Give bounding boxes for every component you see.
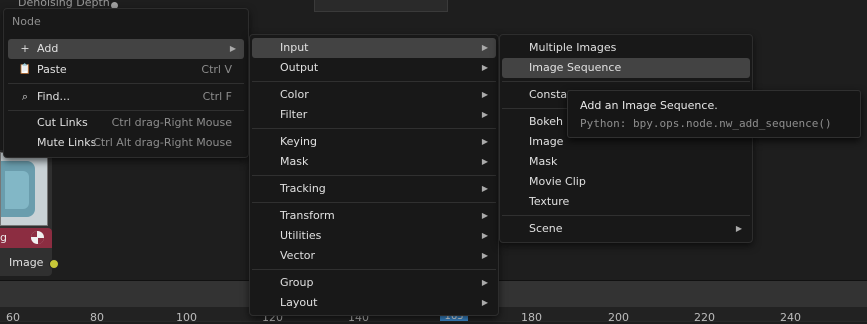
menu-item-layout[interactable]: Layout ▶	[252, 293, 496, 313]
tooltip-python: Python: bpy.ops.node.nw_add_sequence()	[580, 117, 832, 130]
menu-separator	[8, 83, 244, 84]
add-submenu: Input ▶ Output ▶ Color ▶ Filter ▶ Keying…	[249, 34, 499, 316]
menu-item-keying[interactable]: Keying ▶	[252, 132, 496, 152]
submenu-arrow-icon: ▶	[229, 44, 236, 53]
image-node-title: g	[0, 231, 7, 244]
menu-separator	[252, 81, 496, 82]
menu-item-mask-input[interactable]: Mask	[502, 152, 750, 172]
submenu-arrow-icon: ▶	[735, 224, 742, 233]
menu-separator	[252, 202, 496, 203]
image-node-header[interactable]	[0, 228, 52, 248]
menu-item-transform[interactable]: Transform ▶	[252, 206, 496, 226]
node-context-menu: Node + Add ▶ 📋 Paste Ctrl V ⌕ Find... Ct…	[3, 8, 249, 158]
submenu-arrow-icon: ▶	[481, 231, 488, 240]
menu-separator	[252, 175, 496, 176]
submenu-arrow-icon: ▶	[481, 90, 488, 99]
menu-item-color[interactable]: Color ▶	[252, 85, 496, 105]
submenu-arrow-icon: ▶	[481, 63, 488, 72]
menu-item-mute-links[interactable]: Mute Links Ctrl Alt drag-Right Mouse	[8, 133, 244, 153]
submenu-arrow-icon: ▶	[481, 43, 488, 52]
plus-icon: +	[20, 42, 30, 55]
menu-separator	[252, 128, 496, 129]
submenu-arrow-icon: ▶	[481, 211, 488, 220]
menu-title: Node	[12, 15, 41, 28]
submenu-arrow-icon: ▶	[481, 298, 488, 307]
submenu-arrow-icon: ▶	[481, 137, 488, 146]
node-fragment	[314, 0, 448, 12]
menu-item-filter[interactable]: Filter ▶	[252, 105, 496, 125]
submenu-arrow-icon: ▶	[481, 110, 488, 119]
ruler-number: 60	[6, 311, 20, 324]
menu-item-image-sequence[interactable]: Image Sequence	[502, 58, 750, 78]
magnifier-icon: ⌕	[21, 90, 29, 103]
menu-item-paste[interactable]: 📋 Paste Ctrl V	[8, 60, 244, 80]
menu-item-output[interactable]: Output ▶	[252, 58, 496, 78]
menu-item-movie-clip[interactable]: Movie Clip	[502, 172, 750, 192]
output-socket-label: Image	[9, 256, 44, 269]
input-submenu: Multiple Images Image Sequence Constant …	[499, 34, 753, 243]
menu-item-mask[interactable]: Mask ▶	[252, 152, 496, 172]
menu-item-find[interactable]: ⌕ Find... Ctrl F	[8, 87, 244, 107]
menu-separator	[252, 269, 496, 270]
menu-item-utilities[interactable]: Utilities ▶	[252, 226, 496, 246]
clipboard-icon: 📋	[18, 64, 32, 75]
image-preview	[0, 152, 48, 226]
menu-item-vector[interactable]: Vector ▶	[252, 246, 496, 266]
submenu-arrow-icon: ▶	[481, 278, 488, 287]
ruler-number: 220	[694, 311, 715, 324]
ruler-number: 80	[90, 311, 104, 324]
menu-item-multiple-images[interactable]: Multiple Images	[502, 38, 750, 58]
menu-item-input[interactable]: Input ▶	[252, 38, 496, 58]
menu-item-group[interactable]: Group ▶	[252, 273, 496, 293]
ruler-number: 240	[780, 311, 801, 324]
menu-item-scene[interactable]: Scene ▶	[502, 219, 750, 239]
menu-item-cut-links[interactable]: Cut Links Ctrl drag-Right Mouse	[8, 113, 244, 133]
ruler-number: 180	[521, 311, 542, 324]
menu-separator	[502, 215, 750, 216]
menu-item-tracking[interactable]: Tracking ▶	[252, 179, 496, 199]
ruler-number: 100	[176, 311, 197, 324]
menu-item-add[interactable]: + Add ▶	[8, 39, 244, 59]
ruler-number: 200	[608, 311, 629, 324]
submenu-arrow-icon: ▶	[481, 251, 488, 260]
submenu-arrow-icon: ▶	[481, 184, 488, 193]
output-socket-dot[interactable]	[49, 259, 59, 269]
checker-image-icon	[31, 231, 44, 244]
tooltip-description: Add an Image Sequence.	[580, 99, 718, 112]
menu-item-texture[interactable]: Texture	[502, 192, 750, 212]
menu-separator	[502, 81, 750, 82]
tooltip: Add an Image Sequence. Python: bpy.ops.n…	[567, 90, 861, 138]
submenu-arrow-icon: ▶	[481, 157, 488, 166]
menu-separator	[8, 110, 244, 111]
